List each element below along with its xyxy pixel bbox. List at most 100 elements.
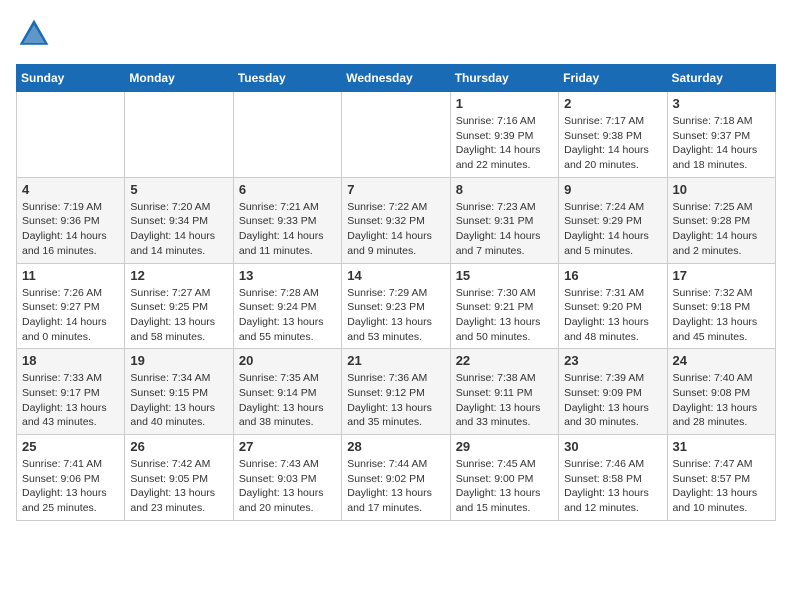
day-info: Sunrise: 7:25 AM Sunset: 9:28 PM Dayligh… [673, 200, 770, 259]
day-info: Sunrise: 7:22 AM Sunset: 9:32 PM Dayligh… [347, 200, 444, 259]
day-number: 28 [347, 439, 444, 454]
day-number: 1 [456, 96, 553, 111]
header-row: SundayMondayTuesdayWednesdayThursdayFrid… [17, 65, 776, 92]
day-info: Sunrise: 7:16 AM Sunset: 9:39 PM Dayligh… [456, 114, 553, 173]
calendar-cell: 8 Sunrise: 7:23 AM Sunset: 9:31 PM Daylig… [450, 177, 558, 263]
day-info: Sunrise: 7:26 AM Sunset: 9:27 PM Dayligh… [22, 286, 119, 345]
day-number: 9 [564, 182, 661, 197]
day-info: Sunrise: 7:20 AM Sunset: 9:34 PM Dayligh… [130, 200, 227, 259]
calendar-cell: 12Sunrise: 7:27 AM Sunset: 9:25 PM Dayli… [125, 263, 233, 349]
day-number: 11 [22, 268, 119, 283]
day-info: Sunrise: 7:23 AM Sunset: 9:31 PM Dayligh… [456, 200, 553, 259]
calendar-cell: 22 Sunrise: 7:38 AM Sunset: 9:11 PM Dayli… [450, 349, 558, 435]
calendar-cell: 21 Sunrise: 7:36 AM Sunset: 9:12 PM Dayli… [342, 349, 450, 435]
calendar-cell: 14 Sunrise: 7:29 AM Sunset: 9:23 PM Dayli… [342, 263, 450, 349]
day-number: 7 [347, 182, 444, 197]
day-info: Sunrise: 7:19 AM Sunset: 9:36 PM Dayligh… [22, 200, 119, 259]
calendar-cell: 3Sunrise: 7:18 AM Sunset: 9:37 PM Daylig… [667, 92, 775, 178]
day-info: Sunrise: 7:30 AM Sunset: 9:21 PM Dayligh… [456, 286, 553, 345]
calendar-week-row: 4 Sunrise: 7:19 AM Sunset: 9:36 PM Daylig… [17, 177, 776, 263]
calendar-cell: 17 Sunrise: 7:32 AM Sunset: 9:18 PM Dayli… [667, 263, 775, 349]
calendar-cell: 5 Sunrise: 7:20 AM Sunset: 9:34 PM Daylig… [125, 177, 233, 263]
day-number: 4 [22, 182, 119, 197]
calendar-cell: 1 Sunrise: 7:16 AM Sunset: 9:39 PM Daylig… [450, 92, 558, 178]
day-number: 2 [564, 96, 661, 111]
day-info: Sunrise: 7:29 AM Sunset: 9:23 PM Dayligh… [347, 286, 444, 345]
day-info: Sunrise: 7:24 AM Sunset: 9:29 PM Dayligh… [564, 200, 661, 259]
day-of-week-header: Tuesday [233, 65, 341, 92]
day-info: Sunrise: 7:42 AM Sunset: 9:05 PM Dayligh… [130, 457, 227, 516]
day-number: 22 [456, 353, 553, 368]
day-of-week-header: Sunday [17, 65, 125, 92]
calendar-body: 1 Sunrise: 7:16 AM Sunset: 9:39 PM Daylig… [17, 92, 776, 521]
calendar-week-row: 18Sunrise: 7:33 AM Sunset: 9:17 PM Dayli… [17, 349, 776, 435]
day-info: Sunrise: 7:35 AM Sunset: 9:14 PM Dayligh… [239, 371, 336, 430]
calendar-cell: 13Sunrise: 7:28 AM Sunset: 9:24 PM Dayli… [233, 263, 341, 349]
day-number: 26 [130, 439, 227, 454]
day-of-week-header: Wednesday [342, 65, 450, 92]
calendar-cell: 29 Sunrise: 7:45 AM Sunset: 9:00 PM Dayli… [450, 435, 558, 521]
calendar-cell: 24 Sunrise: 7:40 AM Sunset: 9:08 PM Dayli… [667, 349, 775, 435]
day-number: 31 [673, 439, 770, 454]
calendar-cell: 30 Sunrise: 7:46 AM Sunset: 8:58 PM Dayli… [559, 435, 667, 521]
day-of-week-header: Thursday [450, 65, 558, 92]
calendar-cell: 11 Sunrise: 7:26 AM Sunset: 9:27 PM Dayli… [17, 263, 125, 349]
day-info: Sunrise: 7:36 AM Sunset: 9:12 PM Dayligh… [347, 371, 444, 430]
day-info: Sunrise: 7:47 AM Sunset: 8:57 PM Dayligh… [673, 457, 770, 516]
calendar-cell: 6 Sunrise: 7:21 AM Sunset: 9:33 PM Daylig… [233, 177, 341, 263]
day-number: 3 [673, 96, 770, 111]
day-info: Sunrise: 7:21 AM Sunset: 9:33 PM Dayligh… [239, 200, 336, 259]
day-info: Sunrise: 7:46 AM Sunset: 8:58 PM Dayligh… [564, 457, 661, 516]
day-info: Sunrise: 7:28 AM Sunset: 9:24 PM Dayligh… [239, 286, 336, 345]
day-info: Sunrise: 7:38 AM Sunset: 9:11 PM Dayligh… [456, 371, 553, 430]
calendar-cell: 26 Sunrise: 7:42 AM Sunset: 9:05 PM Dayli… [125, 435, 233, 521]
logo-icon [16, 16, 52, 52]
day-info: Sunrise: 7:41 AM Sunset: 9:06 PM Dayligh… [22, 457, 119, 516]
day-number: 18 [22, 353, 119, 368]
calendar-cell: 25 Sunrise: 7:41 AM Sunset: 9:06 PM Dayli… [17, 435, 125, 521]
day-number: 30 [564, 439, 661, 454]
day-info: Sunrise: 7:32 AM Sunset: 9:18 PM Dayligh… [673, 286, 770, 345]
day-info: Sunrise: 7:44 AM Sunset: 9:02 PM Dayligh… [347, 457, 444, 516]
calendar-cell: 31 Sunrise: 7:47 AM Sunset: 8:57 PM Dayli… [667, 435, 775, 521]
calendar-header: SundayMondayTuesdayWednesdayThursdayFrid… [17, 65, 776, 92]
calendar-week-row: 11 Sunrise: 7:26 AM Sunset: 9:27 PM Dayli… [17, 263, 776, 349]
calendar-cell [342, 92, 450, 178]
day-number: 29 [456, 439, 553, 454]
day-number: 23 [564, 353, 661, 368]
calendar-cell: 15 Sunrise: 7:30 AM Sunset: 9:21 PM Dayli… [450, 263, 558, 349]
day-info: Sunrise: 7:17 AM Sunset: 9:38 PM Dayligh… [564, 114, 661, 173]
day-number: 21 [347, 353, 444, 368]
page-header [16, 16, 776, 52]
day-info: Sunrise: 7:27 AM Sunset: 9:25 PM Dayligh… [130, 286, 227, 345]
day-number: 24 [673, 353, 770, 368]
day-number: 16 [564, 268, 661, 283]
day-info: Sunrise: 7:39 AM Sunset: 9:09 PM Dayligh… [564, 371, 661, 430]
day-number: 5 [130, 182, 227, 197]
calendar-week-row: 1 Sunrise: 7:16 AM Sunset: 9:39 PM Daylig… [17, 92, 776, 178]
day-info: Sunrise: 7:43 AM Sunset: 9:03 PM Dayligh… [239, 457, 336, 516]
calendar-cell: 10 Sunrise: 7:25 AM Sunset: 9:28 PM Dayli… [667, 177, 775, 263]
calendar-cell: 23 Sunrise: 7:39 AM Sunset: 9:09 PM Dayli… [559, 349, 667, 435]
day-info: Sunrise: 7:31 AM Sunset: 9:20 PM Dayligh… [564, 286, 661, 345]
day-number: 17 [673, 268, 770, 283]
day-number: 8 [456, 182, 553, 197]
calendar-cell: 28 Sunrise: 7:44 AM Sunset: 9:02 PM Dayli… [342, 435, 450, 521]
day-number: 10 [673, 182, 770, 197]
day-number: 19 [130, 353, 227, 368]
day-number: 6 [239, 182, 336, 197]
day-number: 27 [239, 439, 336, 454]
calendar-cell: 9 Sunrise: 7:24 AM Sunset: 9:29 PM Daylig… [559, 177, 667, 263]
day-number: 14 [347, 268, 444, 283]
calendar-week-row: 25 Sunrise: 7:41 AM Sunset: 9:06 PM Dayli… [17, 435, 776, 521]
day-info: Sunrise: 7:34 AM Sunset: 9:15 PM Dayligh… [130, 371, 227, 430]
day-number: 15 [456, 268, 553, 283]
day-of-week-header: Saturday [667, 65, 775, 92]
calendar-cell [233, 92, 341, 178]
day-info: Sunrise: 7:45 AM Sunset: 9:00 PM Dayligh… [456, 457, 553, 516]
day-info: Sunrise: 7:40 AM Sunset: 9:08 PM Dayligh… [673, 371, 770, 430]
calendar-cell [125, 92, 233, 178]
calendar-cell: 2 Sunrise: 7:17 AM Sunset: 9:38 PM Daylig… [559, 92, 667, 178]
day-number: 25 [22, 439, 119, 454]
calendar-table: SundayMondayTuesdayWednesdayThursdayFrid… [16, 64, 776, 521]
